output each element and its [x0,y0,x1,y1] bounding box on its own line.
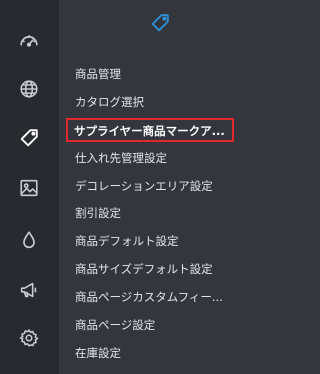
icon-rail [0,0,59,374]
globe-icon[interactable] [17,77,41,101]
menu-item-inventory-settings[interactable]: 在庫設定 [75,343,245,363]
megaphone-icon[interactable] [17,278,41,302]
app-window: 商品管理 カタログ選択 サプライヤー商品マークア... 仕入れ先管理設定 デコレ… [0,0,253,374]
menu-item-product-page-custom-fields[interactable]: 商品ページカスタムフィー... [75,287,245,307]
menu-item-product-management[interactable]: 商品管理 [75,64,245,84]
submenu-panel: 商品管理 カタログ選択 サプライヤー商品マークア... 仕入れ先管理設定 デコレ… [59,0,253,374]
drop-icon[interactable] [17,228,41,252]
menu-item-product-size-default-settings[interactable]: 商品サイズデフォルト設定 [75,259,245,279]
menu-item-discount-settings[interactable]: 割引設定 [75,203,245,223]
dashboard-gauge-icon[interactable] [17,29,41,53]
menu-item-decoration-area-settings[interactable]: デコレーションエリア設定 [75,176,245,196]
tag-icon[interactable] [17,126,41,150]
menu-item-supplier-management-settings[interactable]: 仕入れ先管理設定 [75,148,245,168]
image-icon[interactable] [17,176,41,200]
menu-item-product-default-settings[interactable]: 商品デフォルト設定 [75,231,245,251]
menu-item-product-page-settings[interactable]: 商品ページ設定 [75,315,245,335]
tag-icon [149,12,171,34]
menu-item-catalog-selection[interactable]: カタログ選択 [75,92,245,112]
menu-item-supplier-product-markup[interactable]: サプライヤー商品マークア... [66,118,234,142]
settings-gear-icon[interactable] [17,326,41,350]
